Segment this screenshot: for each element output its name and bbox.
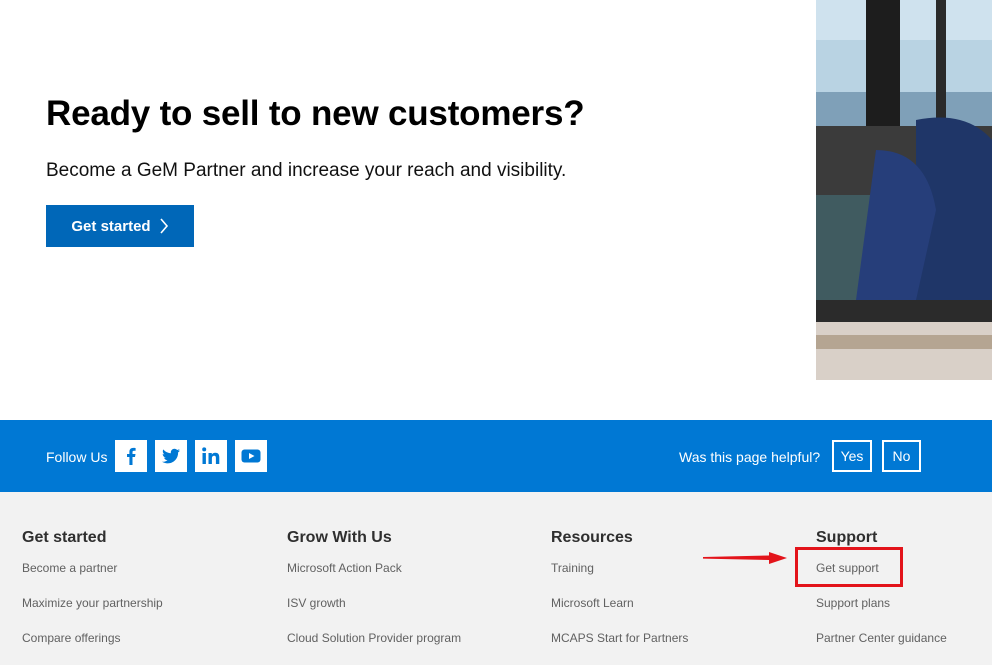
youtube-link[interactable] <box>235 440 267 472</box>
footer-link[interactable]: MCAPS Start for Partners <box>551 631 688 645</box>
footer-link[interactable]: Support plans <box>816 596 890 610</box>
get-started-label: Get started <box>71 217 151 235</box>
footer-link[interactable]: Training <box>551 561 594 575</box>
footer-link[interactable]: Microsoft Action Pack <box>287 561 402 575</box>
no-button[interactable]: No <box>882 440 921 472</box>
hero-title: Ready to sell to new customers? <box>46 94 585 133</box>
twitter-icon <box>162 448 180 464</box>
linkedin-icon <box>202 447 220 464</box>
footer-link[interactable]: Partner Center guidance <box>816 631 947 645</box>
annotation-arrow <box>703 552 787 564</box>
get-started-button[interactable]: Get started <box>46 205 194 247</box>
footer-heading: Resources <box>551 529 633 546</box>
twitter-link[interactable] <box>155 440 187 472</box>
youtube-icon <box>241 449 261 463</box>
hero-image <box>816 0 992 380</box>
follow-bar: Follow Us Was this page helpful? Yes No <box>0 420 992 492</box>
footer-heading: Support <box>816 529 878 546</box>
footer-link[interactable]: Cloud Solution Provider program <box>287 631 461 645</box>
follow-us-label: Follow Us <box>46 449 108 465</box>
facebook-icon <box>127 447 136 465</box>
footer-link[interactable]: Become a partner <box>22 561 117 575</box>
hero-subtitle: Become a GeM Partner and increase your r… <box>46 160 567 181</box>
footer-link[interactable]: Maximize your partnership <box>22 596 163 610</box>
yes-button[interactable]: Yes <box>832 440 872 472</box>
chevron-right-icon <box>159 218 168 234</box>
annotation-highlight-box <box>795 547 903 587</box>
footer-heading: Get started <box>22 529 107 546</box>
footer-heading: Grow With Us <box>287 529 392 546</box>
footer-link[interactable]: ISV growth <box>287 596 346 610</box>
facebook-link[interactable] <box>115 440 147 472</box>
footer-link[interactable]: Compare offerings <box>22 631 121 645</box>
footer-link[interactable]: Microsoft Learn <box>551 596 634 610</box>
linkedin-link[interactable] <box>195 440 227 472</box>
page-helpful-label: Was this page helpful? <box>679 449 821 465</box>
